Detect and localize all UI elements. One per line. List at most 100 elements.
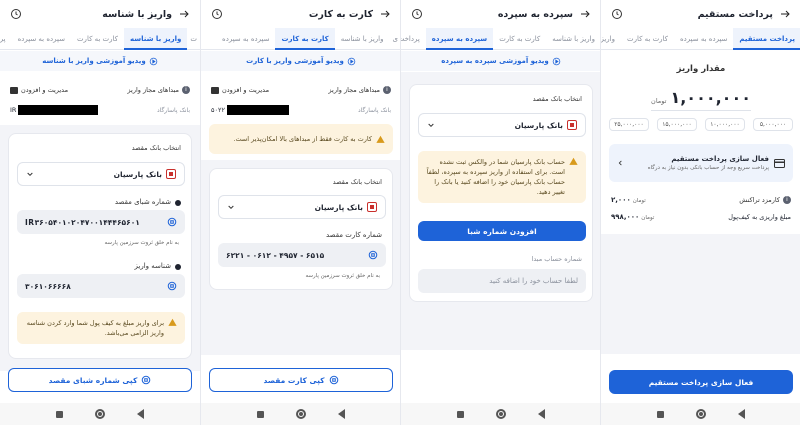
amount-display[interactable]: ۱,۰۰۰,۰۰۰ تومان	[601, 88, 800, 107]
play-circle-icon	[149, 57, 157, 65]
add-sheba-button[interactable]: افزودن شماره شبا	[418, 221, 586, 241]
preset-chip[interactable]: ۱۵,۰۰۰,۰۰۰	[657, 118, 697, 131]
net-amount-row: مبلغ واریزی به کیف‌پول تومان ۹۹۸,۰۰۰	[611, 213, 791, 221]
source-account-row: بانک پاسارگاد IR	[10, 105, 190, 115]
tab-deposit-by-id[interactable]: واریز با شناسه	[335, 28, 390, 50]
bank-select[interactable]: بانک پارسیان	[218, 195, 386, 219]
tab-card-to-card[interactable]: کارت به کارت	[71, 28, 124, 50]
activate-direct-button[interactable]: فعال سازی پرداخت مستقیم	[609, 370, 793, 394]
destination-card: انتخاب بانک مقصد بانک پارسیان شماره شبای…	[8, 133, 192, 359]
home-icon[interactable]	[496, 409, 506, 419]
activate-direct-banner[interactable]: فعال سازی پرداخت مستقیم پرداخت سریع وجه …	[609, 144, 793, 182]
play-circle-icon	[347, 57, 356, 65]
tab-card-to-card[interactable]: کارت به کارت	[275, 28, 335, 50]
header: واریز با شناسه	[0, 0, 200, 28]
chevron-down-icon	[428, 123, 434, 128]
copy-card-label: کپی کارت مقصد	[263, 375, 325, 385]
tab-card-to-card[interactable]: کارت به کارت	[493, 28, 546, 50]
bank-select[interactable]: بانک پارسیان	[17, 162, 185, 186]
system-nav-bar	[201, 403, 400, 425]
source-account-field[interactable]: لطفا حساب خود را اضافه کنید	[418, 269, 586, 293]
tab-deposit-to-deposit[interactable]: سپرده به سپرده	[12, 28, 71, 50]
home-icon[interactable]	[696, 409, 706, 419]
back-arrow-icon[interactable]	[579, 8, 591, 20]
preset-chip[interactable]: ۱۰,۰۰۰,۰۰۰	[705, 118, 745, 131]
tab-bar: پرداخت مستقیم سپرده به سپرده کارت به کار…	[601, 28, 800, 50]
activate-title: فعال سازی پرداخت مستقیم	[671, 155, 769, 163]
page-title: کارت به کارت	[308, 8, 373, 20]
bank-name: بانک پارسیان	[514, 120, 563, 130]
deposit-card: انتخاب بانک مقصد بانک پارسیان حساب بانک …	[409, 84, 593, 302]
tab-deposit-by-id[interactable]: واریز	[601, 28, 621, 50]
select-bank-label: انتخاب بانک مقصد	[532, 95, 582, 103]
preset-chip[interactable]: ۲۵,۰۰۰,۰۰۰	[609, 118, 649, 131]
chevron-down-icon	[27, 172, 33, 177]
allowed-sources-row: i مبداهای مجاز واریز مدیریت و افزودن	[10, 86, 190, 94]
recent-apps-icon[interactable]	[457, 410, 464, 418]
tab-deposit-by-id[interactable]: واریز با شناسه	[124, 28, 188, 50]
tab-deposit-to-deposit[interactable]: سپرده به سپرده	[216, 28, 275, 50]
tab-direct[interactable]: پرداخت	[401, 28, 426, 50]
system-back-icon[interactable]	[137, 409, 144, 419]
tab-direct[interactable]: پرداخت مستقیم	[733, 28, 800, 50]
tab-deposit-by-id[interactable]: واریز با شناسه	[546, 28, 600, 50]
copy-sheba-button[interactable]: کپی شماره شبای مقصد	[8, 368, 192, 392]
warning-text: کارت به کارت فقط از مبداهای بالا امکان‌پ…	[233, 135, 372, 143]
activate-subtitle: پرداخت سریع وجه از حساب بانکی بدون نیاز …	[647, 165, 769, 171]
video-tutorial-link[interactable]: ویدیو آموزشی واریز با کارت	[201, 51, 400, 71]
copy-card-button[interactable]: کپی کارت مقصد	[209, 368, 393, 392]
tab-deposit-to-deposit[interactable]: سپرده به سپرده	[425, 28, 494, 50]
bank-name: بانک پارسیان	[314, 202, 363, 212]
recent-apps-icon[interactable]	[257, 410, 264, 418]
destination-card: انتخاب بانک مقصد بانک پارسیان شماره کارت…	[209, 168, 393, 290]
tab-bar: واریز با شناسه کارت به کارت سپرده به سپر…	[401, 28, 600, 50]
system-back-icon[interactable]	[538, 409, 545, 419]
system-back-icon[interactable]	[338, 409, 345, 419]
step-dot	[175, 264, 181, 270]
video-label: ویدیو آموزشی واریز با شناسه	[42, 57, 146, 65]
copy-icon[interactable]	[167, 281, 177, 291]
fee-row: i کارمزد تراکنش تومان ۲,۰۰۰	[611, 196, 791, 204]
home-icon[interactable]	[296, 409, 306, 419]
manage-wallet-link[interactable]: مدیریت و افزودن	[10, 86, 68, 94]
history-icon[interactable]	[211, 8, 223, 20]
copy-icon[interactable]	[368, 250, 378, 260]
chevron-down-icon	[228, 205, 234, 210]
tab-deposit-to-deposit[interactable]: سپرده به سپرده	[674, 28, 733, 50]
screen-deposit-by-id: واریز با شناسه ت واریز با شناسه کارت به …	[0, 0, 200, 425]
bank-select[interactable]: بانک پارسیان	[418, 113, 586, 137]
tab-partial[interactable]: ی	[390, 28, 400, 50]
history-icon[interactable]	[10, 8, 22, 20]
home-icon[interactable]	[95, 409, 105, 419]
video-tutorial-link[interactable]: ویدیو آموزشی سپرده به سپرده	[401, 51, 600, 71]
tab-partial[interactable]: ت	[187, 28, 200, 50]
activate-direct-label: فعال سازی پرداخت مستقیم	[648, 377, 754, 387]
tab-direct[interactable]: پرداخ	[0, 28, 12, 50]
tab-card-to-card[interactable]: کارت به کارت	[621, 28, 674, 50]
source-card-row: بانک پاسارگاد ۵۰۲۲	[211, 105, 391, 115]
recent-apps-icon[interactable]	[56, 410, 63, 418]
amount-value: ۱,۰۰۰,۰۰۰	[670, 88, 751, 107]
history-icon[interactable]	[411, 8, 423, 20]
manage-wallet-link[interactable]: مدیریت و افزودن	[211, 86, 269, 94]
copy-icon[interactable]	[167, 217, 177, 227]
back-arrow-icon[interactable]	[379, 8, 391, 20]
fee-label: کارمزد تراکنش	[739, 196, 780, 204]
manage-label: مدیریت و افزودن	[21, 86, 69, 94]
preset-chip[interactable]: ۵,۰۰۰,۰۰۰	[753, 118, 793, 131]
history-icon[interactable]	[611, 8, 623, 20]
copy-sheba-label: کپی شماره شبای مقصد	[48, 375, 138, 385]
warning-icon	[376, 135, 385, 143]
system-nav-bar	[401, 403, 600, 425]
recent-apps-icon[interactable]	[657, 410, 664, 418]
tab-bar: ت واریز با شناسه کارت به کارت سپرده به س…	[0, 28, 200, 50]
back-arrow-icon[interactable]	[178, 8, 190, 20]
add-sheba-label: افزودن شماره شبا	[467, 226, 537, 236]
info-icon[interactable]: i	[383, 86, 391, 94]
video-tutorial-link[interactable]: ویدیو آموزشی واریز با شناسه	[0, 51, 200, 71]
play-circle-icon	[552, 57, 560, 65]
back-arrow-icon[interactable]	[779, 8, 791, 20]
system-back-icon[interactable]	[738, 409, 745, 419]
info-icon[interactable]: i	[783, 196, 791, 204]
info-icon[interactable]: i	[182, 86, 190, 94]
